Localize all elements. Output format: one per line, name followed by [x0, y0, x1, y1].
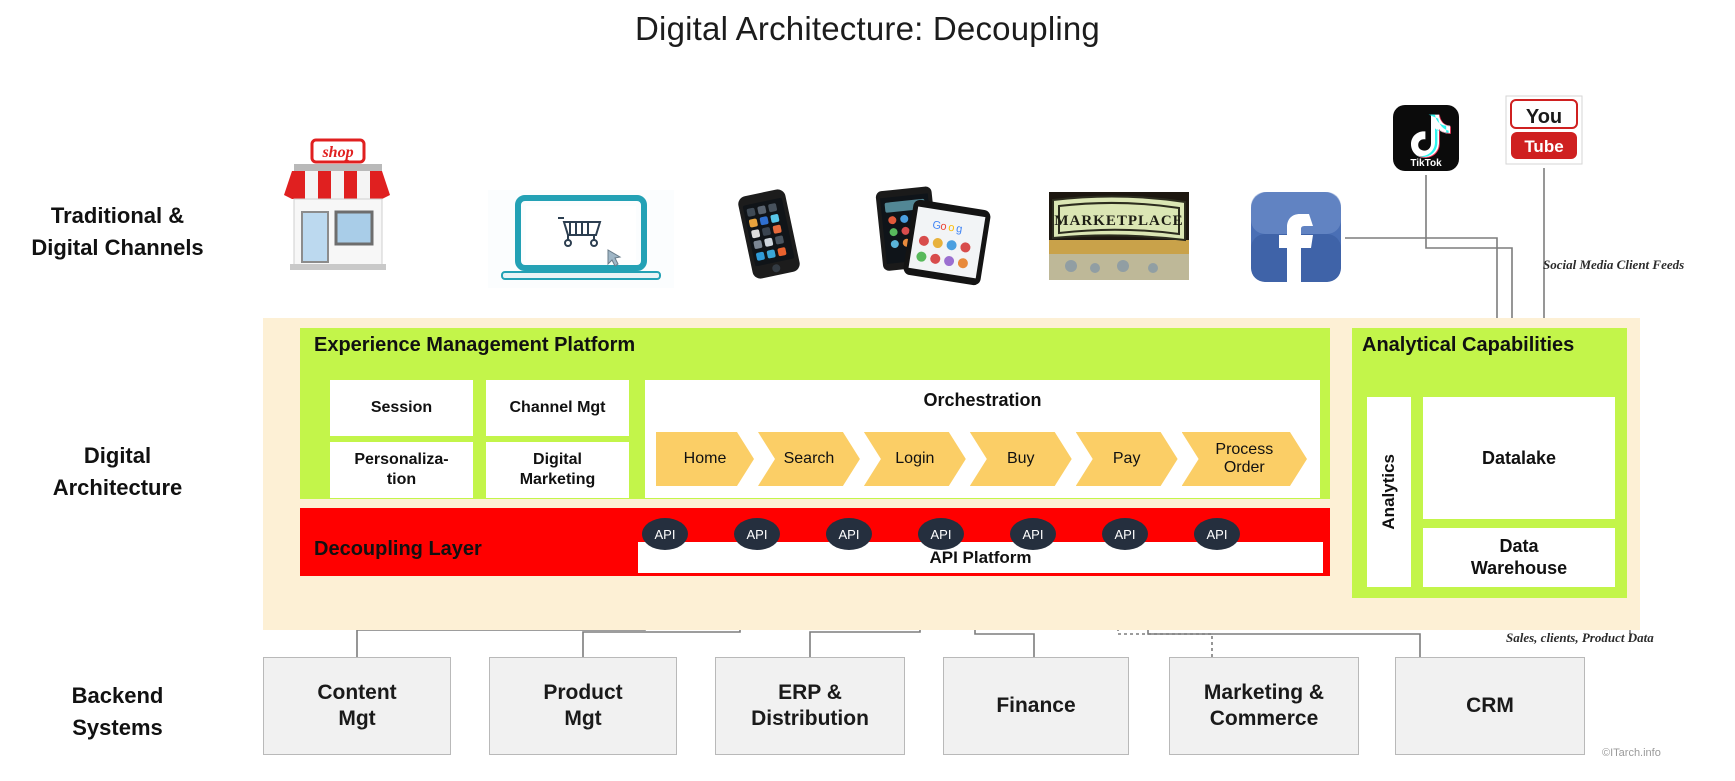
diagram-canvas: Digital Architecture: Decoupling Traditi…: [0, 0, 1735, 781]
backend-system-label: Finance: [996, 693, 1076, 717]
backend-system-label: Content Mgt: [317, 680, 397, 730]
backend-system-label: Marketing & Commerce: [1203, 680, 1325, 730]
backend-system-crm[interactable]: CRM: [1395, 657, 1585, 755]
annotation-social-feeds: Social Media Client Feeds: [1543, 257, 1685, 272]
backend-system-label: ERP & Distribution: [751, 680, 869, 730]
annotation-sales-data: Sales, clients, Product Data: [1506, 630, 1654, 645]
backend-system-finance[interactable]: Finance: [943, 657, 1129, 755]
backend-system-product-mgt[interactable]: Product Mgt: [489, 657, 677, 755]
credit-watermark: ©ITarch.info: [1602, 747, 1661, 759]
backend-system-label: Product Mgt: [543, 680, 623, 730]
backend-system-label: CRM: [1466, 693, 1514, 717]
backend-system-erp-distribution[interactable]: ERP & Distribution: [715, 657, 905, 755]
backend-system-content-mgt[interactable]: Content Mgt: [263, 657, 451, 755]
backend-systems-row: Content Mgt Product Mgt ERP & Distribution…: [0, 0, 1735, 781]
backend-system-marketing-commerce[interactable]: Marketing & Commerce: [1169, 657, 1359, 755]
